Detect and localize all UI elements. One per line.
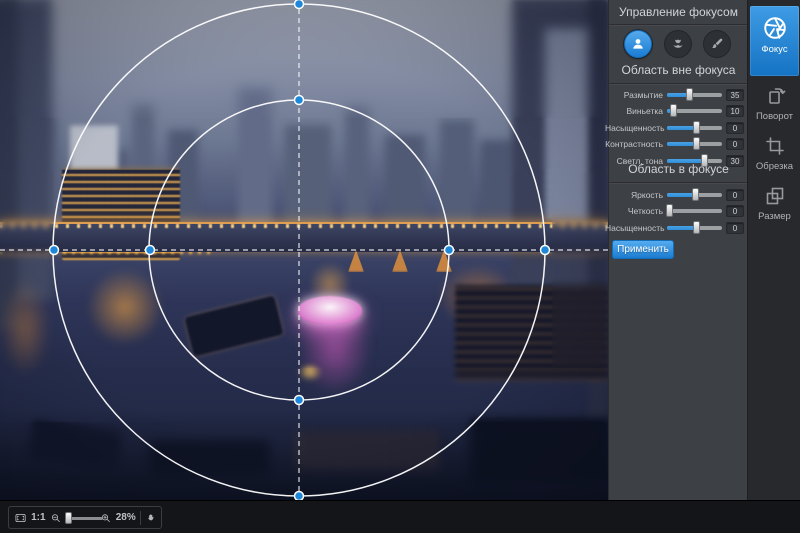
- divider: [609, 24, 748, 26]
- slider-row-sharpness: Четкость 0: [609, 204, 748, 219]
- tab-label: Фокус: [750, 44, 799, 55]
- flower-icon: [670, 36, 686, 52]
- crop-icon: [763, 134, 787, 158]
- focus-handle-outer-right[interactable]: [541, 246, 550, 255]
- slider-value: 0: [726, 138, 744, 150]
- portrait-mode-button[interactable]: [624, 30, 652, 58]
- hand-pan-icon[interactable]: [145, 511, 156, 525]
- slider-label: Насыщенность: [605, 223, 663, 233]
- slider-row-blur: Размытие 35: [609, 88, 748, 103]
- slider-thumb[interactable]: [693, 121, 700, 134]
- divider: [609, 182, 748, 184]
- status-bar: 1:1 28%: [0, 500, 800, 533]
- zoom-controls-group: 1:1 28%: [8, 506, 162, 529]
- slider-row-saturation-out: Насыщенность 0: [609, 121, 748, 136]
- slider-value: 0: [726, 222, 744, 234]
- slider-label: Контрастность: [605, 139, 663, 149]
- focus-handle-inner-left[interactable]: [146, 246, 155, 255]
- in-focus-section-title: Область в фокусе: [609, 162, 748, 176]
- actual-size-label[interactable]: 1:1: [31, 512, 45, 523]
- slider-thumb[interactable]: [666, 204, 673, 217]
- focus-handle-inner-right[interactable]: [445, 246, 454, 255]
- slider-label: Яркость: [605, 190, 663, 200]
- slider-row-brightness: Яркость 0: [609, 188, 748, 203]
- brush-mode-button[interactable]: [703, 30, 731, 58]
- aperture-icon: [762, 15, 788, 41]
- zoom-percent-label: 28%: [116, 512, 136, 523]
- tab-label: Размер: [750, 211, 799, 222]
- panel-title: Управление фокусом: [609, 5, 748, 19]
- focus-handle-outer-bottom[interactable]: [295, 492, 304, 501]
- resize-icon: [763, 184, 787, 208]
- focus-handle-outer-left[interactable]: [50, 246, 59, 255]
- slider-fill: [667, 142, 696, 146]
- portrait-icon: [630, 36, 646, 52]
- tab-rotate[interactable]: Поворот: [750, 84, 799, 130]
- tab-crop[interactable]: Обрезка: [750, 134, 799, 180]
- zoom-slider-thumb[interactable]: [65, 512, 72, 524]
- divider: [140, 511, 141, 525]
- tab-resize[interactable]: Размер: [750, 184, 799, 230]
- out-of-focus-section-title: Область вне фокуса: [609, 63, 748, 77]
- focus-handle-outer-top[interactable]: [295, 0, 304, 9]
- slider-fill: [667, 193, 695, 197]
- slider-row-saturation-in: Насыщенность 0: [609, 221, 748, 236]
- rotate-icon: [763, 84, 787, 108]
- saturation-in-slider[interactable]: [667, 226, 722, 230]
- vignette-slider[interactable]: [667, 109, 722, 113]
- slider-fill: [667, 226, 696, 230]
- macro-mode-button[interactable]: [664, 30, 692, 58]
- slider-label: Виньетка: [605, 106, 663, 116]
- slider-fill: [667, 126, 696, 130]
- slider-label: Четкость: [605, 206, 663, 216]
- slider-row-vignette: Виньетка 10: [609, 104, 748, 119]
- focus-overlay: [0, 0, 608, 500]
- sharpness-slider[interactable]: [667, 209, 722, 213]
- divider: [609, 83, 748, 85]
- slider-value: 0: [726, 205, 744, 217]
- slider-thumb[interactable]: [670, 104, 677, 117]
- slider-value: 10: [726, 105, 744, 117]
- slider-thumb[interactable]: [693, 137, 700, 150]
- apply-button[interactable]: Применить: [612, 240, 674, 259]
- fit-screen-icon[interactable]: [14, 510, 27, 526]
- photo-canvas[interactable]: [0, 0, 608, 500]
- slider-label: Размытие: [605, 90, 663, 100]
- tab-label: Обрезка: [750, 161, 799, 172]
- tool-sidebar: Фокус Поворот Обрезка Размер: [747, 0, 800, 500]
- blur-slider[interactable]: [667, 93, 722, 97]
- zoom-slider[interactable]: [65, 512, 96, 524]
- slider-value: 0: [726, 122, 744, 134]
- photo-editor-app: Управление фокусом Область вне фокуса Ра…: [0, 0, 800, 533]
- slider-thumb[interactable]: [692, 188, 699, 201]
- zoom-out-icon[interactable]: [50, 511, 61, 525]
- focus-handle-inner-bottom[interactable]: [295, 396, 304, 405]
- brightness-slider[interactable]: [667, 193, 722, 197]
- slider-label: Насыщенность: [605, 123, 663, 133]
- contrast-slider[interactable]: [667, 142, 722, 146]
- slider-value: 35: [726, 89, 744, 101]
- slider-thumb[interactable]: [686, 88, 693, 101]
- slider-value: 0: [726, 189, 744, 201]
- slider-row-contrast: Контрастность 0: [609, 137, 748, 152]
- slider-thumb[interactable]: [693, 221, 700, 234]
- saturation-slider[interactable]: [667, 126, 722, 130]
- tab-label: Поворот: [750, 111, 799, 122]
- focus-settings-panel: Управление фокусом Область вне фокуса Ра…: [608, 0, 747, 500]
- tab-focus[interactable]: Фокус: [750, 6, 799, 76]
- focus-handle-inner-top[interactable]: [295, 96, 304, 105]
- brush-icon: [709, 36, 725, 52]
